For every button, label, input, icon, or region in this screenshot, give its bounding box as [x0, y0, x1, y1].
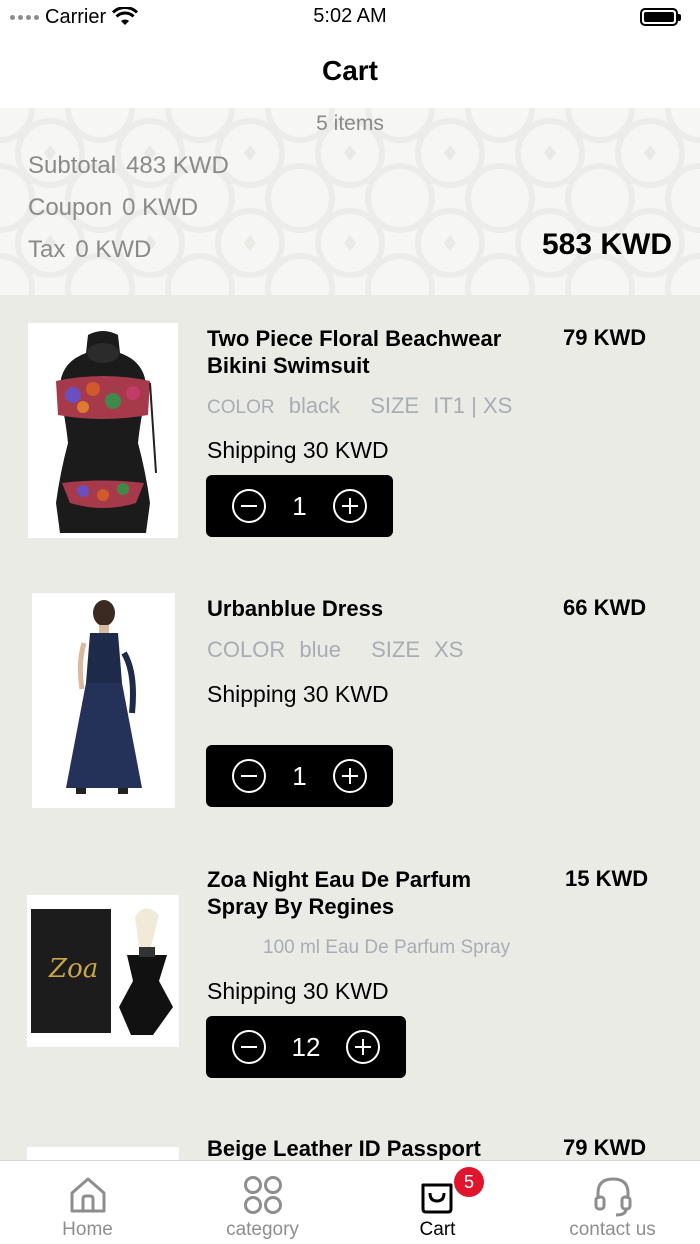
carrier-label: Carrier — [45, 5, 107, 28]
color-value: black — [288, 393, 341, 418]
size-value: IT1 | XS — [433, 393, 513, 418]
shipping-label: Shipping — [207, 978, 297, 1004]
perfume-box-text: Zoa — [48, 954, 98, 984]
shipping-label: Shipping — [207, 437, 297, 463]
perfume-image: Zoa — [27, 895, 179, 1047]
wifi-icon — [112, 7, 139, 25]
increase-quantity-button[interactable] — [333, 759, 367, 793]
quantity-value: 1 — [292, 760, 307, 791]
tab-cart[interactable]: 5 Cart — [350, 1161, 525, 1244]
tax-label: Tax — [28, 236, 66, 263]
tax-value: 0 KWD — [75, 236, 152, 263]
headset-icon — [594, 1177, 631, 1217]
tab-bar: Home category 5 Cart contact us — [0, 1160, 700, 1244]
items-count: 5 items — [316, 112, 384, 135]
product-name[interactable]: Urbanblue Dress — [207, 595, 537, 622]
shipping-value: 30 KWD — [302, 681, 389, 707]
color-label: COLOR — [207, 397, 275, 418]
bikini-mannequin-image — [28, 323, 178, 538]
product-image[interactable] — [32, 593, 175, 808]
product-name[interactable]: Beige Leather ID Passport — [207, 1135, 567, 1162]
shipping-label: Shipping — [207, 681, 297, 707]
cart-count-badge: 5 — [454, 1167, 484, 1197]
tab-category[interactable]: category — [175, 1161, 350, 1244]
coupon-value: 0 KWD — [122, 194, 199, 221]
home-icon — [70, 1177, 105, 1213]
coupon-row: Coupon 0 KWD — [28, 194, 198, 222]
increase-quantity-button[interactable] — [345, 1030, 380, 1064]
product-image[interactable]: Zoa — [27, 895, 179, 1047]
subtotal-value: 483 KWD — [126, 152, 229, 179]
tab-home[interactable]: Home — [0, 1161, 175, 1244]
subtotal-label: Subtotal — [28, 152, 117, 179]
status-bar: Carrier — [0, 0, 700, 34]
product-price: 66 KWD — [563, 595, 647, 620]
tax-row: Tax 0 KWD — [28, 236, 151, 264]
total-amount: 583 KWD — [541, 228, 672, 261]
product-price: 79 KWD — [563, 325, 647, 350]
subtotal-row: Subtotal 483 KWD — [28, 152, 229, 180]
increase-quantity-button[interactable] — [333, 489, 367, 523]
size-label: SIZE — [370, 393, 420, 418]
decrease-quantity-button[interactable] — [232, 759, 266, 793]
coupon-label: Coupon — [28, 194, 113, 221]
signal-icon — [10, 14, 39, 20]
product-price: 79 KWD — [563, 1135, 647, 1160]
cart-screen: Carrier 5:02 AM Cart 5 items Subtotal 48… — [0, 0, 700, 1244]
page-title: Cart — [321, 55, 378, 86]
shipping-row: Shipping 30 KWD — [207, 978, 389, 1005]
cart-summary: 5 items Subtotal 483 KWD Coupon 0 KWD Tax 0… — [0, 108, 700, 295]
quantity-stepper[interactable]: 12 — [206, 1016, 406, 1078]
tab-contact-us[interactable]: contact us — [525, 1161, 700, 1244]
color-value: blue — [299, 637, 341, 662]
shipping-row: Shipping 30 KWD — [207, 681, 389, 708]
quantity-value: 12 — [291, 1031, 321, 1062]
product-name[interactable]: Zoa Night Eau De Parfum Spray By Regines — [207, 866, 537, 920]
product-attributes: COLOR blue SIZE XS — [207, 637, 463, 663]
quantity-stepper[interactable]: 1 — [206, 745, 393, 807]
quantity-value: 1 — [292, 490, 307, 521]
category-grid-icon — [243, 1176, 282, 1214]
tab-label: Cart — [419, 1219, 456, 1240]
product-name[interactable]: Two Piece Floral Beachwear Bikini Swimsu… — [207, 325, 537, 379]
color-label: COLOR — [207, 637, 286, 662]
size-label: SIZE — [371, 637, 420, 662]
quantity-stepper[interactable]: 1 — [206, 475, 393, 537]
shopping-bag-icon — [421, 1183, 453, 1214]
product-attributes: COLOR black SIZE IT1 | XS — [207, 393, 512, 419]
decrease-quantity-button[interactable] — [232, 489, 266, 523]
tab-label: Home — [62, 1219, 113, 1240]
decrease-quantity-button[interactable] — [232, 1030, 266, 1064]
shipping-row: Shipping 30 KWD — [207, 437, 389, 464]
tab-label: category — [226, 1219, 299, 1240]
shipping-value: 30 KWD — [302, 978, 389, 1004]
shipping-value: 30 KWD — [302, 437, 389, 463]
product-image[interactable] — [28, 323, 178, 538]
size-value: XS — [434, 637, 464, 662]
tab-label: contact us — [569, 1219, 656, 1240]
dress-model-image — [32, 593, 175, 808]
product-price: 15 KWD — [565, 866, 649, 891]
nav-bar: Cart — [0, 34, 700, 108]
battery-icon — [640, 8, 681, 26]
product-variant: 100 ml Eau De Parfum Spray — [263, 937, 511, 958]
